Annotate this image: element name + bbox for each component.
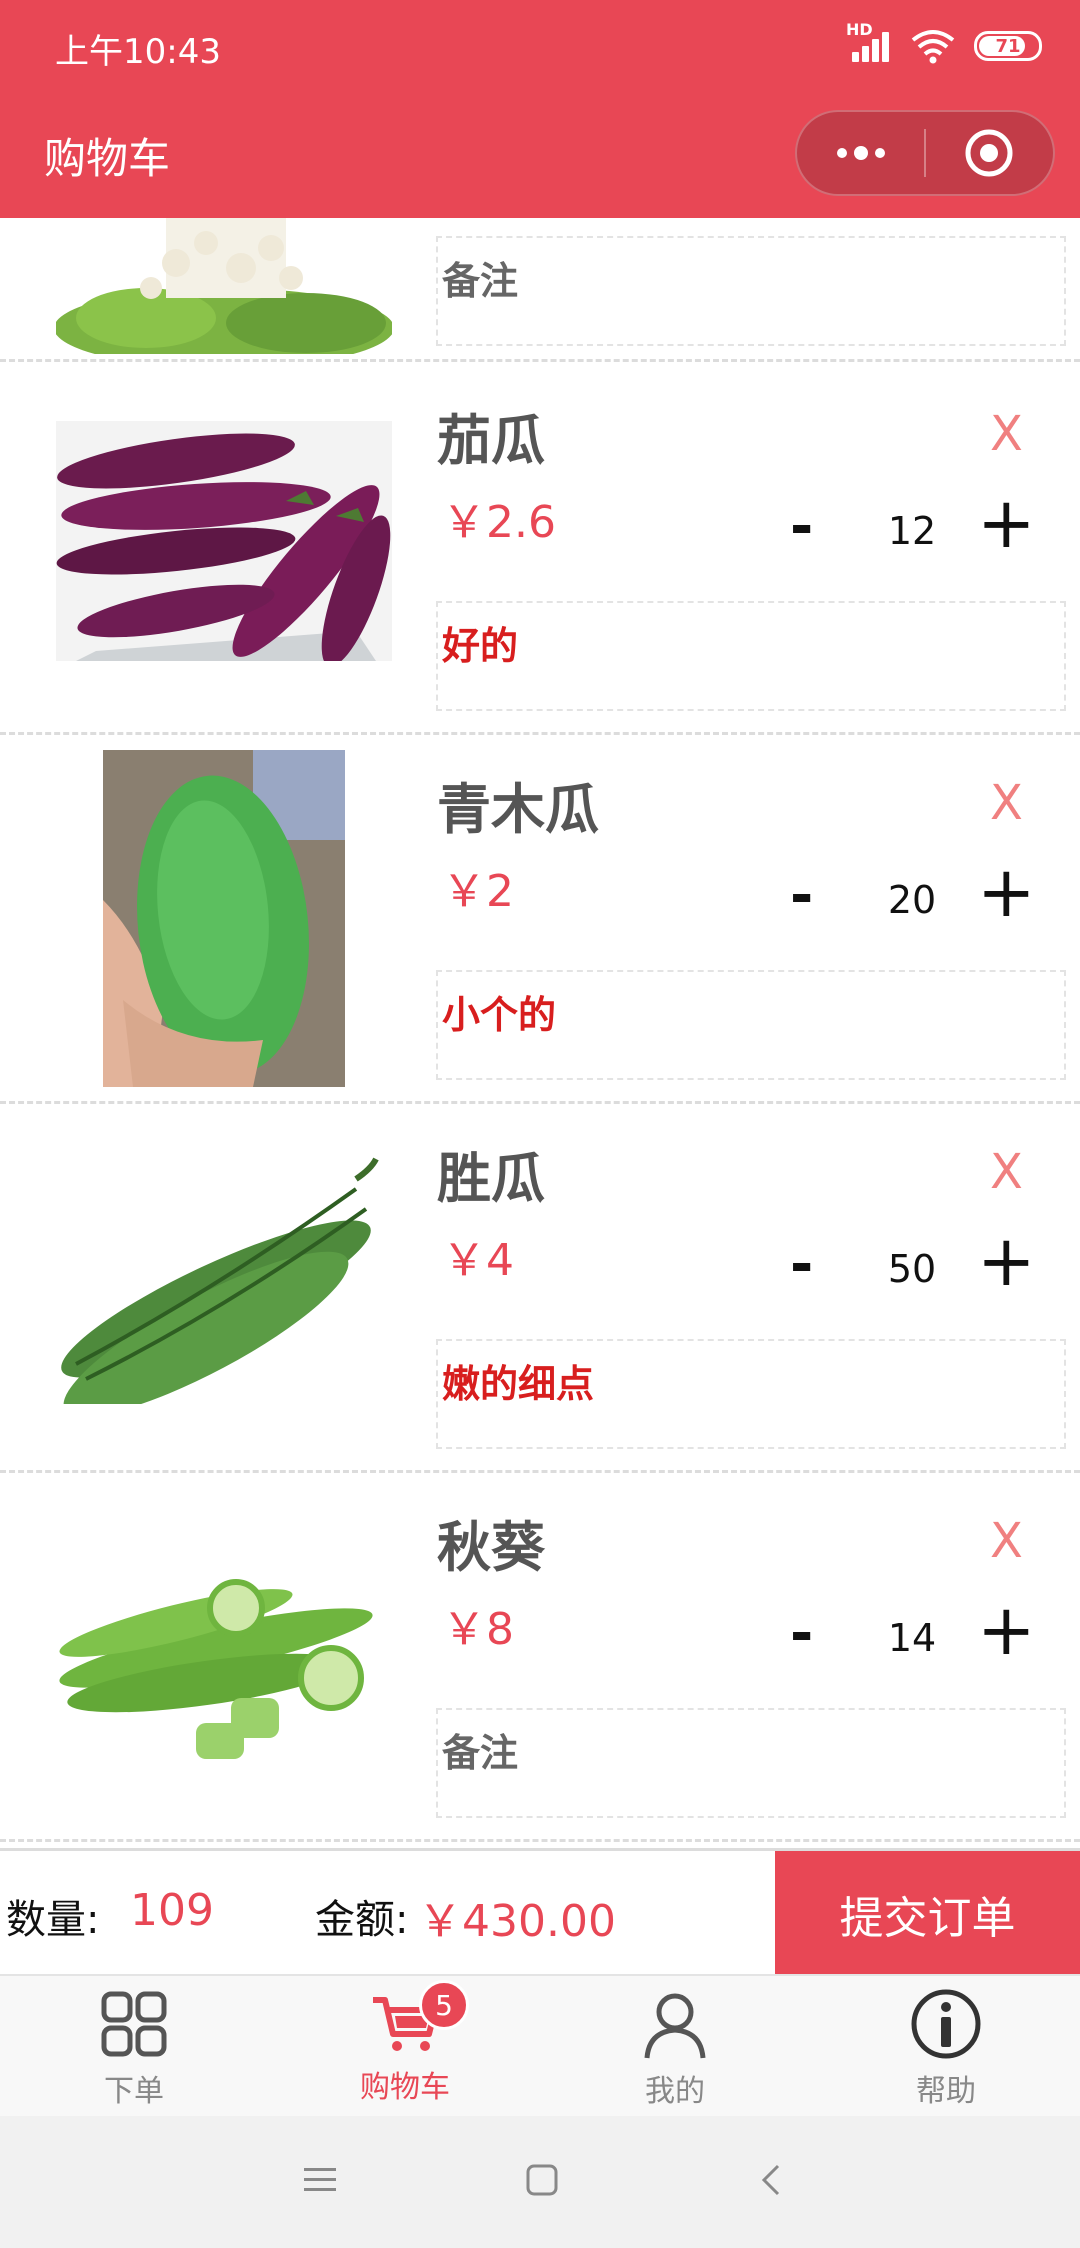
top-bar: 上午10:43 HD 71 购物车: [0, 0, 1080, 218]
page-title: 购物车: [44, 134, 171, 183]
more-button[interactable]: [797, 112, 924, 194]
wifi-icon: [911, 30, 955, 64]
total-amount-label: 金额:: [315, 1897, 409, 1943]
info-icon: [911, 1989, 981, 2059]
order-summary-bar: 数量: 109 金额: ￥430.00 提交订单: [0, 1848, 1080, 1977]
cart-item: 茄瓜 ￥2.6 X - 12 + 好的: [0, 366, 1080, 735]
status-icons: HD 71: [846, 20, 1042, 66]
product-price: ￥4: [442, 1235, 514, 1286]
tab-label: 下单: [104, 2074, 164, 2109]
product-name: 茄瓜: [437, 409, 545, 472]
quantity-value[interactable]: 20: [880, 878, 944, 922]
note-field[interactable]: 好的: [436, 601, 1066, 711]
total-quantity-value: 109: [130, 1885, 214, 1936]
cart-list: 备注 茄瓜 ￥2.6 X - 12 + 好的 青木瓜 ￥2 X - 20 + 小…: [0, 218, 1080, 1848]
cart-item: 备注: [0, 218, 1080, 362]
note-field[interactable]: 备注: [436, 236, 1066, 346]
tab-order[interactable]: 下单: [24, 1988, 244, 2110]
cart-item: 秋葵 ￥8 X - 14 + 备注: [0, 1473, 1080, 1842]
product-price: ￥2.6: [442, 497, 556, 548]
cart-icon-wrap: 5: [369, 1980, 469, 2060]
note-field[interactable]: 嫩的细点: [436, 1339, 1066, 1449]
total-quantity-label: 数量:: [6, 1897, 100, 1943]
miniprogram-capsule: [795, 110, 1055, 196]
back-icon[interactable]: [752, 2160, 792, 2200]
tab-mine[interactable]: 我的: [565, 1988, 785, 2110]
product-price: ￥8: [442, 1604, 514, 1655]
note-field[interactable]: 备注: [436, 1708, 1066, 1818]
increase-button[interactable]: +: [977, 851, 1036, 933]
product-name: 秋葵: [437, 1516, 545, 1579]
system-nav-bar: [0, 2116, 1080, 2248]
mushroom-image: [56, 218, 392, 354]
user-icon: [644, 1993, 706, 2059]
tab-label: 我的: [645, 2074, 705, 2109]
decrease-button[interactable]: -: [790, 1601, 813, 1666]
product-name: 胜瓜: [437, 1147, 545, 1210]
note-field[interactable]: 小个的: [436, 970, 1066, 1080]
status-time: 上午10:43: [55, 32, 221, 72]
quantity-value[interactable]: 50: [880, 1247, 944, 1291]
target-icon: [965, 129, 1013, 177]
battery-icon: 71: [974, 31, 1042, 61]
signal-icon: HD: [846, 20, 892, 66]
cart-item: 青木瓜 ￥2 X - 20 + 小个的: [0, 735, 1080, 1104]
decrease-button[interactable]: -: [790, 494, 813, 559]
eggplant-image: [56, 421, 392, 661]
menu-icon[interactable]: [300, 2162, 340, 2198]
remove-button[interactable]: X: [990, 1144, 1023, 1200]
cart-count-badge: 5: [419, 1980, 469, 2030]
battery-level: 71: [995, 35, 1021, 57]
home-icon[interactable]: [522, 2160, 562, 2200]
okra-image: [56, 1528, 392, 1768]
increase-button[interactable]: +: [977, 1220, 1036, 1302]
increase-button[interactable]: +: [977, 1589, 1036, 1671]
tab-cart[interactable]: 5 购物车: [295, 1980, 515, 2106]
cart-item: 胜瓜 ￥4 X - 50 + 嫩的细点: [0, 1104, 1080, 1473]
tab-label: 帮助: [916, 2074, 976, 2109]
increase-button[interactable]: +: [977, 482, 1036, 564]
submit-order-button[interactable]: 提交订单: [775, 1851, 1080, 1977]
product-name: 青木瓜: [437, 778, 599, 841]
quantity-value[interactable]: 12: [880, 509, 944, 553]
tab-help[interactable]: 帮助: [836, 1988, 1056, 2110]
bottom-tab-bar: 下单 5 购物车 我的 帮助: [0, 1974, 1080, 2116]
hd-badge: HD: [846, 20, 873, 39]
close-miniprogram-button[interactable]: [926, 112, 1053, 194]
remove-button[interactable]: X: [990, 775, 1023, 831]
more-icon: [836, 146, 885, 160]
grid-icon: [101, 1991, 167, 2057]
luffa-image: [56, 1149, 392, 1404]
quantity-value[interactable]: 14: [880, 1616, 944, 1660]
product-price: ￥2: [442, 866, 514, 917]
decrease-button[interactable]: -: [790, 1232, 813, 1297]
total-amount-value: ￥430.00: [418, 1896, 616, 1947]
remove-button[interactable]: X: [990, 1513, 1023, 1569]
remove-button[interactable]: X: [990, 406, 1023, 462]
tab-label: 购物车: [360, 2070, 450, 2105]
decrease-button[interactable]: -: [790, 863, 813, 928]
papaya-image: [103, 750, 345, 1087]
